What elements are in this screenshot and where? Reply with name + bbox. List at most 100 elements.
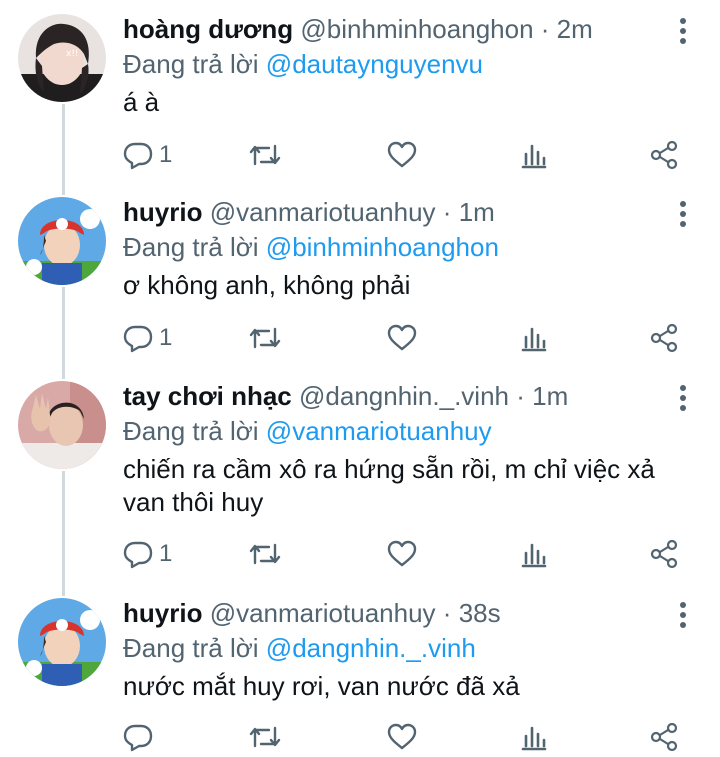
thread-line	[62, 367, 65, 379]
retweet-button[interactable]	[249, 321, 281, 355]
reply-button[interactable]: 1	[123, 138, 172, 172]
retweet-button[interactable]	[249, 720, 281, 754]
more-options-button[interactable]	[672, 197, 694, 231]
more-options-button[interactable]	[672, 598, 694, 632]
user-handle[interactable]: @vanmariotuanhuy	[210, 197, 436, 227]
share-button[interactable]	[649, 321, 679, 355]
avatar-mario-costume-icon	[18, 197, 106, 285]
reply-icon	[123, 142, 153, 170]
display-name[interactable]: tay chơi nhạc	[123, 381, 292, 411]
thread-line	[62, 584, 65, 596]
reply-icon	[123, 541, 153, 569]
analytics-button[interactable]	[519, 537, 549, 571]
thread-line	[62, 471, 65, 584]
avatar[interactable]	[18, 197, 106, 285]
more-options-icon	[680, 602, 686, 628]
timestamp[interactable]: 2m	[557, 14, 593, 44]
action-bar: 1	[123, 537, 693, 571]
more-options-icon	[680, 385, 686, 411]
timestamp[interactable]: 1m	[532, 381, 568, 411]
reply-button[interactable]: 1	[123, 321, 172, 355]
tweet-header: tay chơi nhạc @dangnhin._.vinh · 1m	[123, 379, 568, 413]
like-icon	[387, 141, 417, 168]
share-icon	[650, 323, 678, 353]
user-handle[interactable]: @binhminhoanghon	[300, 14, 533, 44]
reply-prefix: Đang trả lời	[123, 232, 259, 262]
avatar[interactable]: x!!	[18, 14, 106, 102]
share-icon	[650, 539, 678, 569]
action-bar: 1	[123, 321, 693, 355]
reply-mention-link[interactable]: @vanmariotuanhuy	[266, 416, 492, 446]
like-button[interactable]	[387, 321, 417, 355]
reply-mention-link[interactable]: @dangnhin._.vinh	[266, 633, 476, 663]
user-handle[interactable]: @vanmariotuanhuy	[210, 598, 436, 628]
tweet-header: huyrio @vanmariotuanhuy · 38s	[123, 596, 501, 630]
retweet-icon	[249, 543, 281, 565]
share-icon	[650, 722, 678, 752]
analytics-icon	[521, 144, 547, 169]
reply-count: 1	[159, 540, 173, 567]
like-button[interactable]	[387, 537, 417, 571]
tweet-text: chiến ra cầm xô ra hứng sẵn rồi, m chỉ v…	[123, 454, 655, 517]
action-bar	[123, 720, 693, 754]
analytics-button[interactable]	[519, 720, 549, 754]
more-options-button[interactable]	[672, 381, 694, 415]
timestamp[interactable]: 1m	[459, 197, 495, 227]
retweet-icon	[249, 144, 281, 166]
retweet-button[interactable]	[249, 138, 281, 172]
reply-mention-link[interactable]: @dautaynguyenvu	[266, 49, 483, 79]
tweet-4[interactable]: huyrio @vanmariotuanhuy · 38s Đang trả l…	[0, 584, 720, 757]
analytics-icon	[521, 726, 547, 751]
reply-icon	[123, 325, 153, 353]
like-icon	[387, 723, 417, 750]
more-options-button[interactable]	[672, 14, 694, 48]
tweet-header: hoàng dương @binhminhoanghon · 2m	[123, 12, 593, 46]
separator-dot: ·	[540, 14, 550, 44]
avatar-photo-person-dark-hair-icon: x!!	[18, 14, 106, 102]
share-button[interactable]	[649, 138, 679, 172]
analytics-icon	[521, 543, 547, 568]
reply-prefix: Đang trả lời	[123, 416, 259, 446]
share-button[interactable]	[649, 537, 679, 571]
reply-button[interactable]: 1	[123, 537, 172, 571]
analytics-icon	[521, 327, 547, 352]
timestamp[interactable]: 38s	[459, 598, 501, 628]
display-name[interactable]: huyrio	[123, 197, 202, 227]
reply-count: 1	[159, 324, 173, 351]
retweet-icon	[249, 327, 281, 349]
avatar[interactable]	[18, 598, 106, 686]
thread-line	[62, 104, 65, 183]
thread-line	[62, 287, 65, 367]
separator-dot: ·	[442, 598, 452, 628]
avatar-photo-person-waving-icon	[18, 381, 106, 469]
reply-context: Đang trả lời @dangnhin._.vinh	[123, 631, 476, 665]
tweet-text: á à	[123, 87, 160, 117]
reply-mention-link[interactable]: @binhminhoanghon	[266, 232, 499, 262]
thread-line	[62, 183, 65, 195]
reply-context: Đang trả lời @dautaynguyenvu	[123, 47, 483, 81]
like-button[interactable]	[387, 138, 417, 172]
display-name[interactable]: huyrio	[123, 598, 202, 628]
reply-prefix: Đang trả lời	[123, 49, 259, 79]
avatar-mario-costume-icon	[18, 598, 106, 686]
like-icon	[387, 540, 417, 567]
analytics-button[interactable]	[519, 138, 549, 172]
tweet-3[interactable]: tay chơi nhạc @dangnhin._.vinh · 1m Đang…	[0, 367, 720, 584]
analytics-button[interactable]	[519, 321, 549, 355]
separator-dot: ·	[442, 197, 452, 227]
retweet-button[interactable]	[249, 537, 281, 571]
tweet-2[interactable]: huyrio @vanmariotuanhuy · 1m Đang trả lờ…	[0, 183, 720, 367]
display-name[interactable]: hoàng dương	[123, 14, 293, 44]
tweet-text: nước mắt huy rơi, van nước đã xả	[123, 671, 520, 701]
reply-button[interactable]	[123, 720, 159, 754]
like-button[interactable]	[387, 720, 417, 754]
svg-text:x!!: x!!	[66, 49, 79, 59]
retweet-icon	[249, 726, 281, 748]
tweet-header: huyrio @vanmariotuanhuy · 1m	[123, 195, 495, 229]
more-options-icon	[680, 18, 686, 44]
tweet-1[interactable]: x!! hoàng dương @binhminhoanghon · 2m Đa…	[0, 0, 720, 183]
share-button[interactable]	[649, 720, 679, 754]
share-icon	[650, 140, 678, 170]
user-handle[interactable]: @dangnhin._.vinh	[299, 381, 509, 411]
avatar[interactable]	[18, 381, 106, 469]
